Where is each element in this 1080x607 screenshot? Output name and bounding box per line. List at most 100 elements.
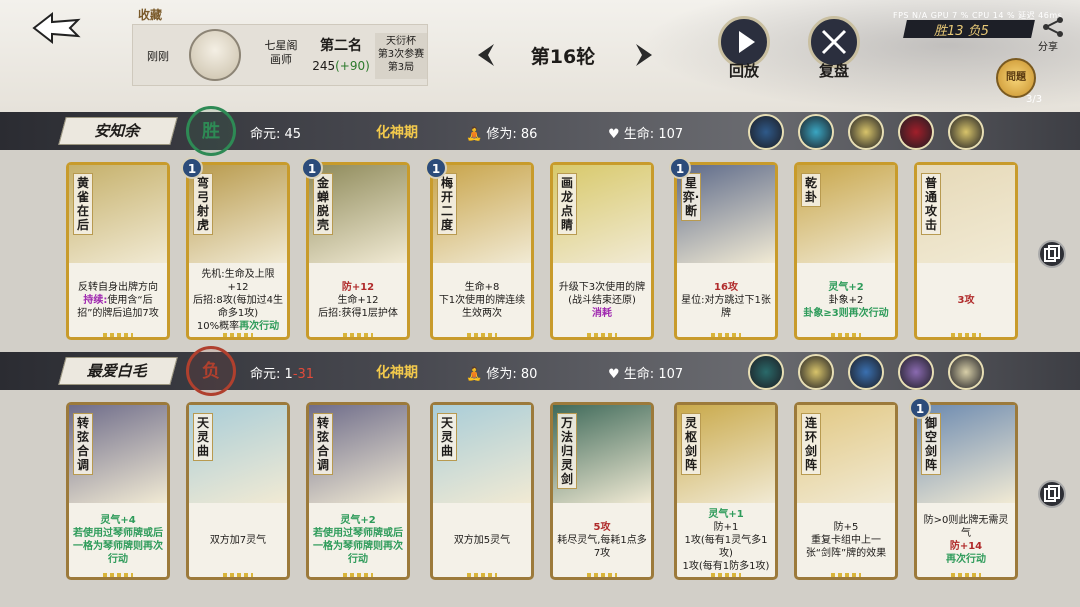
card-dots [711, 573, 741, 577]
game-card[interactable]: 天灵曲双方加7灵气 [186, 402, 290, 580]
card-level: 1 [181, 157, 203, 179]
deck-icon[interactable] [898, 114, 934, 150]
card-dots [343, 333, 373, 337]
deck-icon[interactable] [798, 354, 834, 390]
hp-stat: ♥ 生命: 107 [608, 127, 684, 142]
realm-label: 化神期 [376, 365, 418, 381]
card-name: 乾卦 [801, 173, 821, 207]
card-name: 画龙点睛 [557, 173, 577, 235]
card-effect: 防+5 重复卡组中上一张“剑阵”牌的效果 [797, 505, 895, 575]
round-label: 第16轮 [530, 46, 596, 68]
card-name: 转弦合调 [313, 413, 333, 475]
deck-icon[interactable] [748, 354, 784, 390]
copy-icon [1044, 245, 1060, 262]
card-effect: 灵气+4 若使用过琴师牌或后一格为琴师牌则再次行动 [69, 505, 167, 575]
card-dots [223, 573, 253, 577]
favorite-label[interactable]: 收藏 [138, 6, 162, 23]
deck-icon[interactable] [798, 114, 834, 150]
replay-label[interactable]: 回放 [714, 60, 774, 81]
card-dots [343, 573, 373, 577]
effect-line: 卦象≥3则再次行动 [803, 307, 889, 319]
deck-icon[interactable] [948, 354, 984, 390]
deck-icon[interactable] [898, 354, 934, 390]
game-card[interactable]: 画龙点睛 升级下3次使用的牌(战斗结束还原) 消耗 [550, 162, 654, 340]
lantern-count: 3/3 [1026, 94, 1043, 105]
card-name: 万法归灵剑 [557, 413, 577, 489]
share-label[interactable]: 分享 [1038, 38, 1058, 53]
card-level: 1 [909, 397, 931, 419]
effect-line: 防+14 [949, 541, 983, 552]
player-name: 刚刚 [147, 50, 169, 63]
card-name: 黄雀在后 [73, 173, 93, 235]
game-card[interactable]: 转弦合调 灵气+4 若使用过琴师牌或后一格为琴师牌则再次行动 [66, 402, 170, 580]
effect-line: 1攻(每有1防多1攻) [682, 560, 770, 572]
card-effect: 双方加5灵气 [433, 505, 531, 575]
game-card[interactable]: 灵枢剑阵灵气+1 防+1 1攻(每有1灵气多1攻) 1攻(每有1防多1攻) [674, 402, 778, 580]
review-label[interactable]: 复盘 [804, 60, 864, 81]
game-card[interactable]: 星弈·断 1 16攻 星位:对方跳过下1张牌 [669, 157, 778, 340]
card-dots [711, 333, 741, 337]
effect-line: 防>0则此牌无需灵气 [923, 515, 1009, 539]
game-card[interactable]: 连环剑阵防+5 重复卡组中上一张“剑阵”牌的效果 [794, 402, 898, 580]
player-name-tag: 安知余 [58, 117, 178, 145]
game-card[interactable]: 天灵曲双方加5灵气 [430, 402, 534, 580]
player-info-card[interactable]: 刚刚 七星阁 画师 第二名 245(+90) 天衍杯 第3次参赛 第3局 [132, 24, 428, 86]
effect-line: 1攻(每有1灵气多1攻) [684, 534, 768, 559]
card-name: 灵枢剑阵 [681, 413, 701, 475]
result-badge: 胜 [186, 106, 236, 156]
card-dots [951, 573, 981, 577]
player-name-tag: 最爱白毛 [58, 357, 178, 385]
card-dots [467, 333, 497, 337]
effect-line: 双方加7灵气 [209, 534, 267, 546]
effect-line: 若使用过琴师牌或后一格为琴师牌则再次行动 [313, 528, 403, 565]
copy-deck-icon[interactable] [1038, 480, 1066, 508]
effect-line: 防+5 [833, 521, 859, 533]
card-dots [831, 333, 861, 337]
card-effect: 防>0则此牌无需灵气防+14 再次行动 [917, 505, 1015, 575]
card-effect: 灵气+2 若使用过琴师牌或后一格为琴师牌则再次行动 [309, 505, 407, 575]
effect-line: 再次行动 [946, 554, 986, 565]
back-arrow-icon[interactable] [30, 10, 82, 46]
cultivation-stat: 🧘 修为: 80 [466, 367, 538, 382]
effect-line: 灵气+2 [340, 515, 376, 526]
hp-stat: ♥ 生命: 107 [608, 367, 684, 382]
deck-icon[interactable] [748, 114, 784, 150]
cup-info: 天衍杯 第3次参赛 第3局 [375, 33, 427, 79]
game-card[interactable]: 万法归灵剑 5攻 耗尽灵气,每耗1点多7攻 [550, 402, 654, 580]
card-effect: 灵气+1 防+1 1攻(每有1灵气多1攻) 1攻(每有1防多1攻) [677, 505, 775, 575]
card-dots [467, 573, 497, 577]
deck-icon[interactable] [848, 114, 884, 150]
game-card[interactable]: 金蝉脱壳 1 防+12 生命+12 后招:获得1层护体 [301, 157, 410, 340]
avatar [189, 29, 241, 81]
card-level: 1 [425, 157, 447, 179]
effect-line: 生命+12 [337, 294, 379, 306]
copy-deck-icon[interactable] [1038, 240, 1066, 268]
game-card[interactable]: 黄雀在后 反转自身出牌方向 持续:使用含“后招”的牌后追加7攻 [66, 162, 170, 340]
card-effect: 灵气+2 卦象+2 卦象≥3则再次行动 [797, 265, 895, 335]
card-name: 天灵曲 [193, 413, 213, 461]
card-dots [223, 333, 253, 337]
game-card[interactable]: 梅开二度 1 生命+8 下1次使用的牌连续生效两次 [425, 157, 534, 340]
person-icon: 🧘 [466, 367, 483, 382]
effect-line: 10%概率再次行动 [196, 320, 280, 332]
game-card[interactable]: 乾卦灵气+2 卦象+2 卦象≥3则再次行动 [794, 162, 898, 340]
wins-losses: 胜13 负5 [934, 24, 989, 39]
next-round-arrow-icon[interactable] [628, 40, 658, 70]
deck-icon[interactable] [948, 114, 984, 150]
game-card[interactable]: 普通攻击 3攻 [914, 162, 1018, 340]
card-name: 连环剑阵 [801, 413, 821, 475]
prev-round-arrow-icon[interactable] [472, 40, 502, 70]
card-effect: 16攻 星位:对方跳过下1张牌 [677, 265, 775, 335]
effect-line: 升级下3次使用的牌(战斗结束还原) [558, 281, 646, 306]
effect-line: 先机:生命及上限+12 [201, 268, 275, 293]
share-icon[interactable] [1040, 14, 1066, 40]
game-card[interactable]: 转弦合调灵气+2 若使用过琴师牌或后一格为琴师牌则再次行动 [306, 402, 410, 580]
card-name: 天灵曲 [437, 413, 457, 461]
lantern-button[interactable]: 問題 [996, 58, 1036, 98]
life-stat: 命元: 1-31 [250, 367, 315, 382]
game-card[interactable]: 御空剑阵 1 防>0则此牌无需灵气 防+14 再次行动 [909, 397, 1018, 580]
deck-icon[interactable] [848, 354, 884, 390]
cultivation-stat: 🧘 修为: 86 [466, 127, 538, 142]
person-icon: 🧘 [466, 127, 483, 142]
game-card[interactable]: 弯弓射虎 1 先机:生命及上限+12 后招:8攻(每加过4生命多1攻) 10%概率再次行… [181, 157, 290, 340]
